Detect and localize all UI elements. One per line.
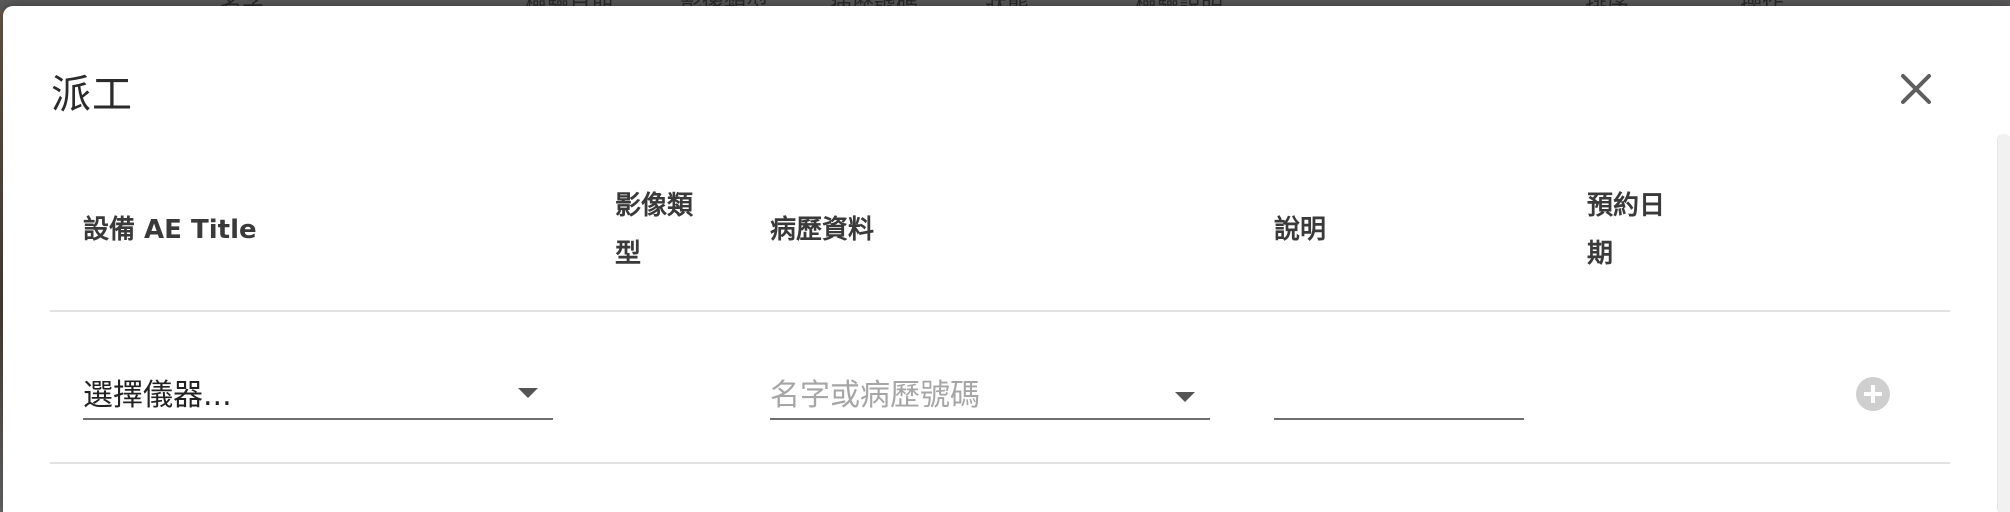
header-appointment-date: 預約日期 (1587, 191, 1666, 269)
row-divider (50, 462, 1950, 464)
header-medical-record: 病歷資料 (770, 215, 875, 245)
patient-select[interactable]: 名字或病歷號碼 (770, 366, 1210, 420)
header-device-ae-title: 設備 AE Title (83, 215, 257, 245)
header-divider (50, 310, 1950, 312)
add-row-button[interactable] (1856, 377, 1890, 411)
chevron-down-icon (518, 388, 538, 398)
header-description: 說明 (1274, 215, 1327, 245)
description-input[interactable] (1274, 366, 1524, 420)
patient-select-placeholder: 名字或病歷號碼 (770, 378, 980, 413)
close-icon (1901, 74, 1931, 104)
header-modality: 影像類型 (615, 191, 694, 269)
dialog-title: 派工 (51, 72, 133, 118)
chevron-down-icon (1175, 392, 1195, 402)
dispatch-dialog: 派工 設備 AE Title 影像類型 病歷資料 說明 預約日期 選擇儀器...… (3, 6, 2010, 512)
device-select[interactable]: 選擇儀器... (83, 366, 553, 420)
dialog-scrollbar[interactable] (1997, 134, 2010, 512)
close-button[interactable] (1893, 66, 1939, 112)
device-select-value: 選擇儀器... (83, 378, 232, 413)
